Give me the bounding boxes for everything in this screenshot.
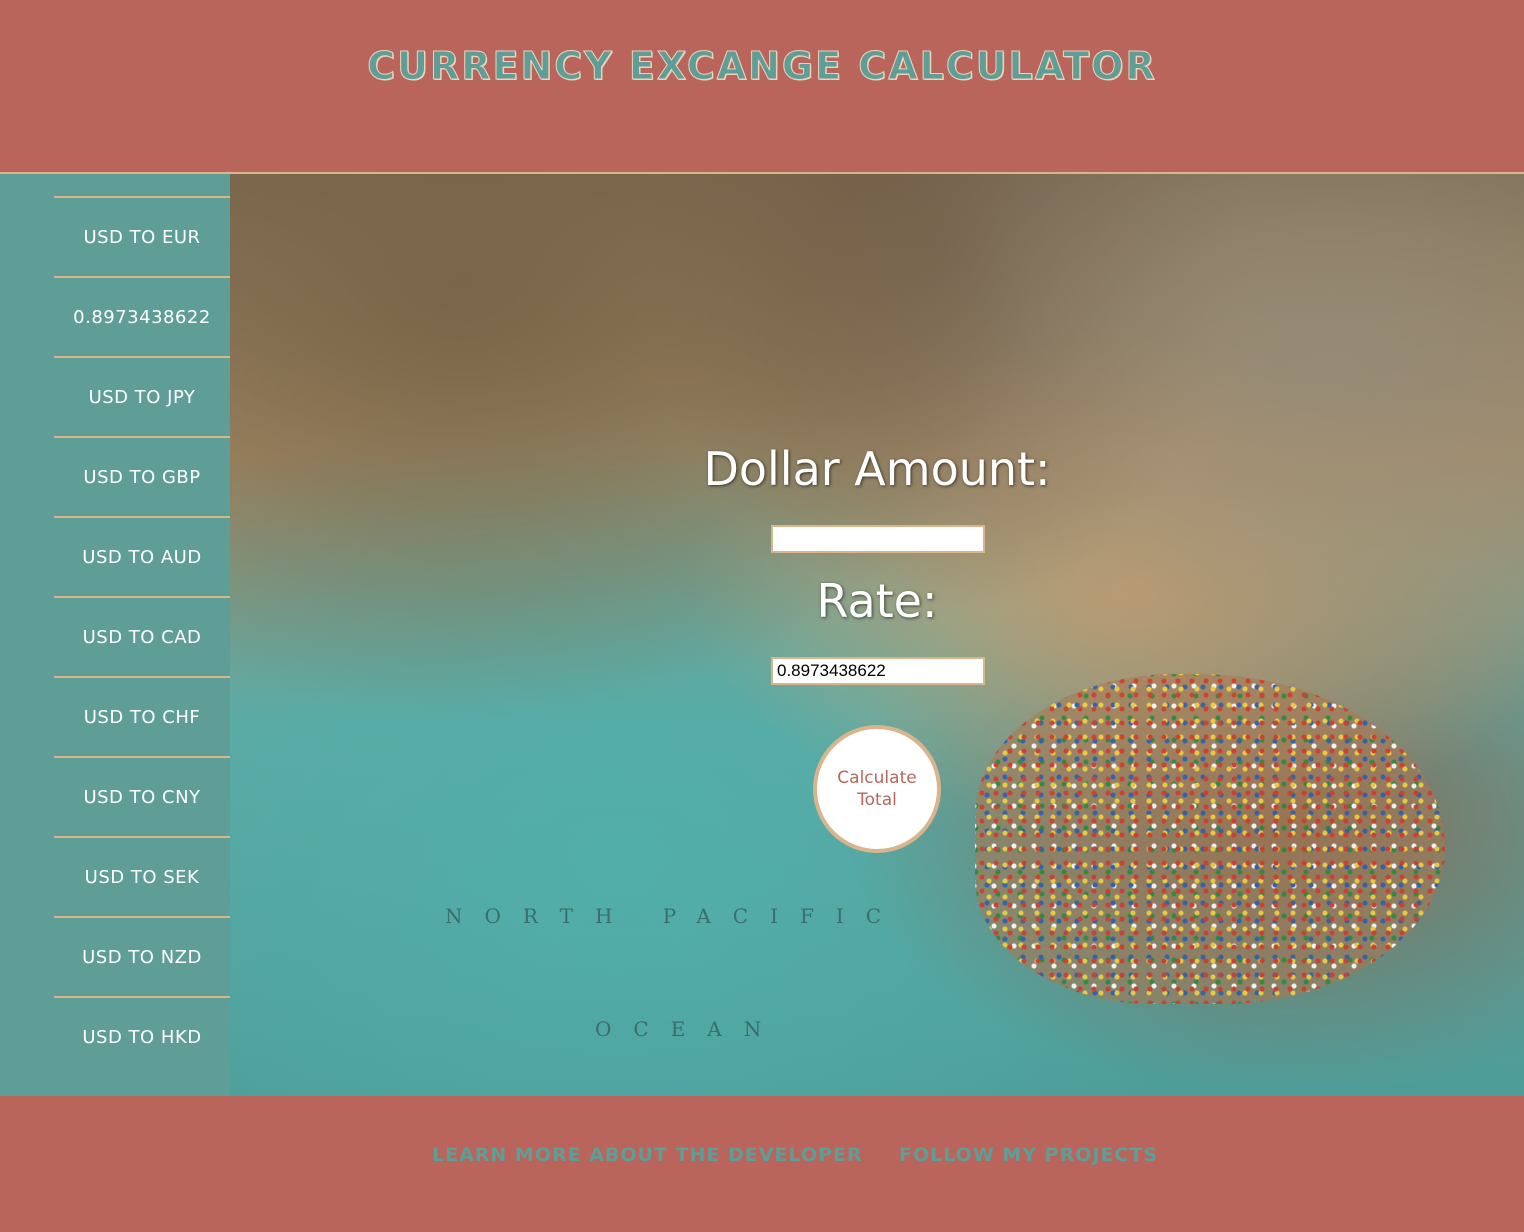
sidebar-item-usd-hkd[interactable]: USD TO HKD [54, 996, 230, 1076]
sidebar-item-usd-cny[interactable]: USD TO CNY [54, 756, 230, 836]
exchange-form: Dollar Amount: Rate: Calculate Total [230, 174, 1524, 1096]
sidebar: USD TO EUR 0.8973438622 USD TO JPY USD T… [0, 174, 230, 1096]
developer-link[interactable]: Learn more about the developer [432, 1144, 863, 1166]
sidebar-rate-readout: 0.8973438622 [54, 276, 230, 356]
sidebar-item-usd-eur[interactable]: USD TO EUR [54, 196, 230, 276]
sidebar-item-usd-gbp[interactable]: USD TO GBP [54, 436, 230, 516]
background-map-image: NORTH PACIFIC OCEAN Dollar Amount: Rate:… [230, 174, 1524, 1096]
sidebar-item-usd-sek[interactable]: USD TO SEK [54, 836, 230, 916]
rate-label: Rate: [816, 574, 938, 628]
sidebar-item-usd-cad[interactable]: USD TO CAD [54, 596, 230, 676]
page-title: Currency Excange Calculator [367, 44, 1157, 89]
projects-link[interactable]: Follow my projects [899, 1144, 1158, 1166]
rate-input[interactable] [771, 657, 985, 685]
calculate-total-button[interactable]: Calculate Total [813, 725, 941, 853]
sidebar-item-usd-aud[interactable]: USD TO AUD [54, 516, 230, 596]
sidebar-item-usd-chf[interactable]: USD TO CHF [54, 676, 230, 756]
page-footer: Learn more about the developer Follow my… [0, 1096, 1524, 1232]
dollar-amount-input[interactable] [771, 525, 985, 553]
sidebar-item-usd-nzd[interactable]: USD TO NZD [54, 916, 230, 996]
dollar-amount-label: Dollar Amount: [703, 442, 1051, 496]
page-header: Currency Excange Calculator [0, 0, 1524, 174]
sidebar-item-usd-jpy[interactable]: USD TO JPY [54, 356, 230, 436]
